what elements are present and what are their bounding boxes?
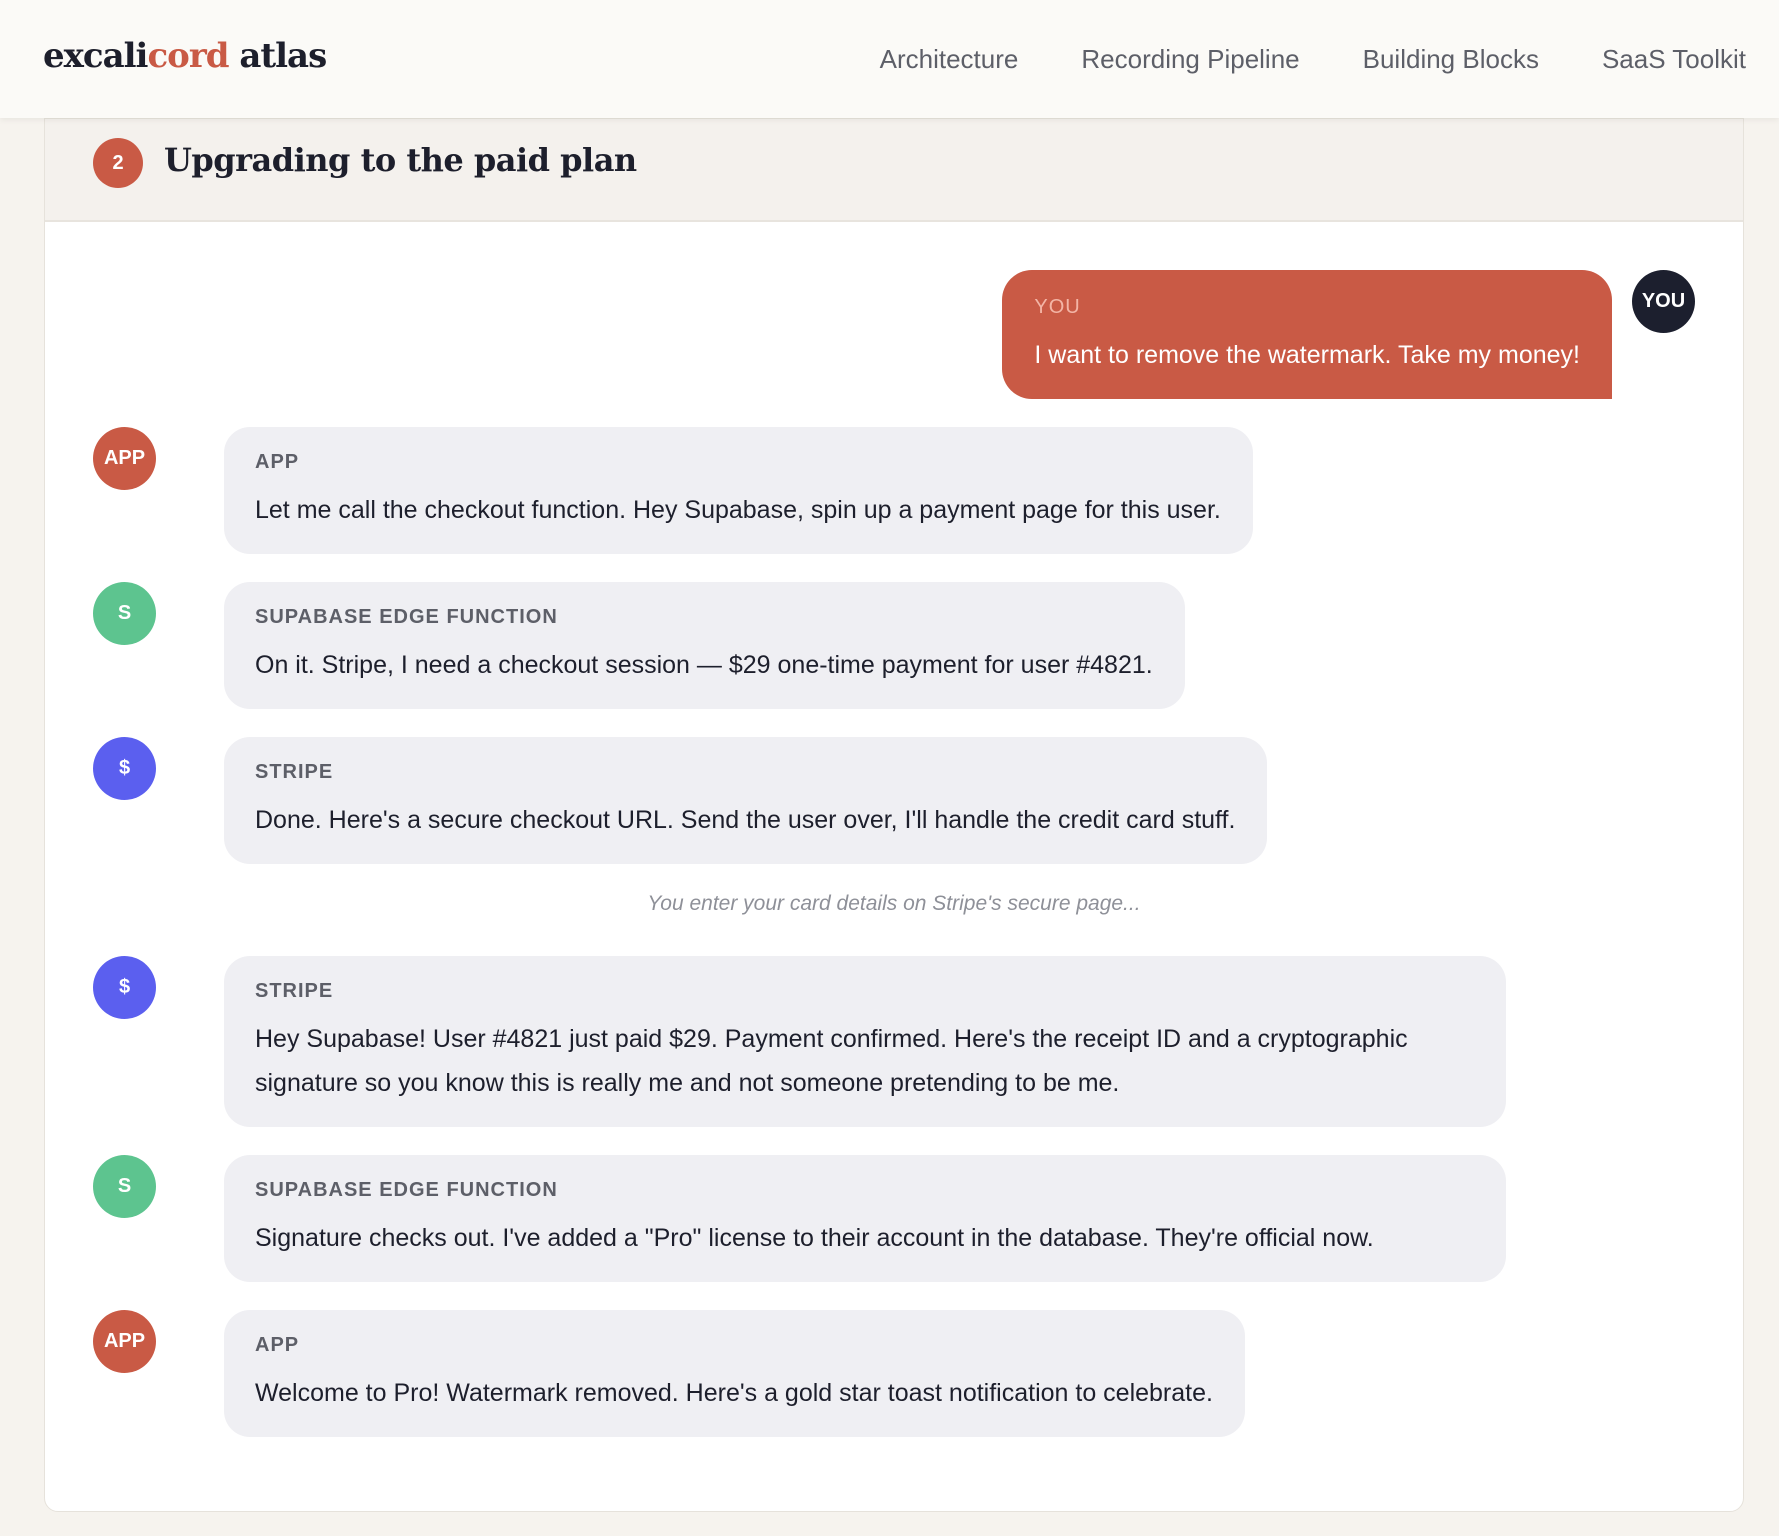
message-text: Done. Here's a secure checkout URL. Send…: [255, 798, 1235, 842]
message-text: I want to remove the watermark. Take my …: [1034, 333, 1580, 377]
message-text: Signature checks out. I've added a "Pro"…: [255, 1216, 1474, 1260]
message-text: Hey Supabase! User #4821 just paid $29. …: [255, 1017, 1474, 1105]
nav-recording-pipeline[interactable]: Recording Pipeline: [1081, 44, 1299, 75]
logo-accent-text: cord: [147, 36, 228, 76]
message-sender: YOU: [1034, 296, 1580, 319]
message-sender: SUPABASE EDGE FUNCTION: [255, 606, 1153, 629]
top-nav-bar: excalicord atlas Architecture Recording …: [0, 0, 1779, 118]
message-bubble: APP Welcome to Pro! Watermark removed. H…: [224, 1310, 1245, 1437]
chat-thread: YOU I want to remove the watermark. Take…: [45, 222, 1743, 1437]
logo-text-suffix: atlas: [229, 36, 327, 76]
message-stripe: $ STRIPE Done. Here's a secure checkout …: [93, 737, 1743, 864]
section-card: 2 Upgrading to the paid plan YOU I want …: [44, 118, 1744, 1512]
nav-architecture[interactable]: Architecture: [880, 44, 1019, 75]
avatar-stripe: $: [93, 737, 156, 800]
narration-note: You enter your card details on Stripe's …: [45, 892, 1743, 916]
message-bubble: STRIPE Done. Here's a secure checkout UR…: [224, 737, 1267, 864]
message-you: YOU I want to remove the watermark. Take…: [45, 270, 1695, 399]
message-bubble: APP Let me call the checkout function. H…: [224, 427, 1253, 554]
section-header: 2 Upgrading to the paid plan: [45, 119, 1743, 222]
message-bubble: SUPABASE EDGE FUNCTION On it. Stripe, I …: [224, 582, 1185, 709]
message-sender: STRIPE: [255, 980, 1474, 1003]
nav-saas-toolkit[interactable]: SaaS Toolkit: [1602, 44, 1746, 75]
step-number-badge: 2: [93, 138, 143, 188]
message-app: APP APP Welcome to Pro! Watermark remove…: [93, 1310, 1743, 1437]
main-nav: Architecture Recording Pipeline Building…: [880, 44, 1746, 75]
message-sender: STRIPE: [255, 761, 1235, 784]
avatar-app: APP: [93, 1310, 156, 1373]
message-text: Welcome to Pro! Watermark removed. Here'…: [255, 1371, 1213, 1415]
avatar-supabase: S: [93, 1155, 156, 1218]
message-app: APP APP Let me call the checkout functio…: [93, 427, 1743, 554]
logo[interactable]: excalicord atlas: [43, 36, 326, 76]
message-sender: APP: [255, 451, 1221, 474]
message-supabase: S SUPABASE EDGE FUNCTION On it. Stripe, …: [93, 582, 1743, 709]
message-bubble: SUPABASE EDGE FUNCTION Signature checks …: [224, 1155, 1506, 1282]
avatar-stripe: $: [93, 956, 156, 1019]
section-title: Upgrading to the paid plan: [164, 141, 637, 179]
message-stripe: $ STRIPE Hey Supabase! User #4821 just p…: [93, 956, 1743, 1127]
nav-building-blocks[interactable]: Building Blocks: [1363, 44, 1539, 75]
avatar-you: YOU: [1632, 270, 1695, 333]
message-supabase: S SUPABASE EDGE FUNCTION Signature check…: [93, 1155, 1743, 1282]
avatar-supabase: S: [93, 582, 156, 645]
message-bubble: YOU I want to remove the watermark. Take…: [1002, 270, 1612, 399]
message-text: Let me call the checkout function. Hey S…: [255, 488, 1221, 532]
avatar-app: APP: [93, 427, 156, 490]
message-text: On it. Stripe, I need a checkout session…: [255, 643, 1153, 687]
message-bubble: STRIPE Hey Supabase! User #4821 just pai…: [224, 956, 1506, 1127]
message-sender: SUPABASE EDGE FUNCTION: [255, 1179, 1474, 1202]
message-sender: APP: [255, 1334, 1213, 1357]
logo-text: excali: [43, 36, 147, 76]
